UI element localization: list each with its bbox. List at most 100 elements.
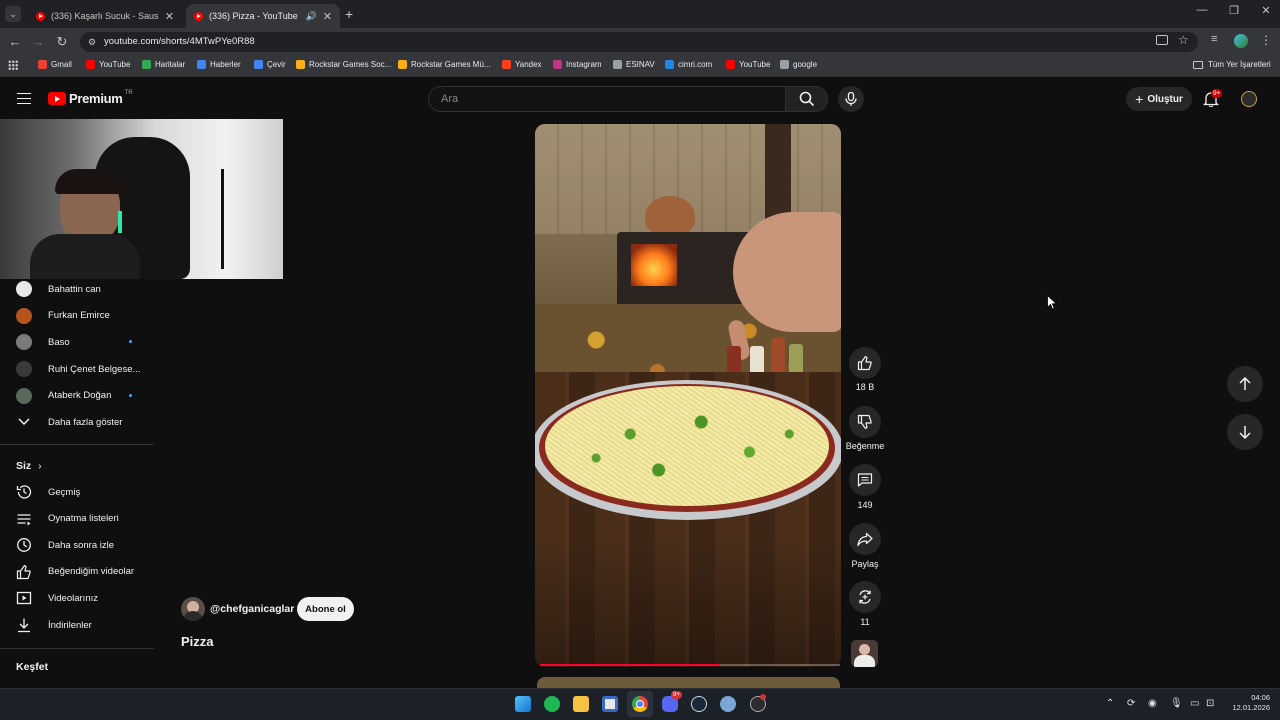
cast-icon[interactable] bbox=[1156, 35, 1168, 45]
system-clock[interactable]: 04:06 12.01.2026 bbox=[1226, 693, 1270, 713]
sidebar-item-download[interactable]: İndirilenler bbox=[0, 612, 154, 638]
channel-name[interactable]: @chefganicaglar bbox=[210, 603, 294, 615]
display-icon[interactable]: ▭ bbox=[1190, 698, 1199, 709]
history-icon bbox=[0, 484, 48, 500]
site-info-icon[interactable]: ⚙ bbox=[88, 32, 96, 52]
bookmark-item[interactable]: Gmail bbox=[38, 60, 72, 69]
bookmark-item[interactable]: cimri.com bbox=[665, 60, 712, 69]
chrome-icon[interactable] bbox=[632, 696, 648, 712]
forward-icon[interactable]: → bbox=[30, 34, 46, 50]
short-video-player[interactable] bbox=[535, 124, 841, 667]
sidebar-item-liked[interactable]: Beğendiğim videolar bbox=[0, 559, 154, 585]
bookmark-item[interactable]: Haritalar bbox=[142, 60, 185, 69]
next-short-button[interactable] bbox=[1227, 414, 1263, 450]
hamburger-menu-icon[interactable] bbox=[17, 93, 31, 104]
remix-icon bbox=[859, 590, 871, 604]
store-icon[interactable] bbox=[602, 696, 618, 712]
channel-avatar bbox=[16, 361, 32, 378]
reading-list-icon[interactable]: ≡ bbox=[1211, 33, 1217, 45]
subscription-item[interactable]: Furkan Emirce bbox=[0, 303, 154, 329]
game-launcher-icon[interactable] bbox=[720, 696, 736, 712]
dislike-button[interactable] bbox=[849, 406, 881, 438]
menu-kebab-icon[interactable]: ⋮ bbox=[1260, 33, 1272, 47]
steam-tray-icon[interactable]: ◉ bbox=[1148, 698, 1157, 709]
spotify-icon[interactable] bbox=[544, 696, 560, 712]
show-more-button[interactable]: Daha fazla göster bbox=[0, 409, 154, 435]
bookmark-favicon-icon bbox=[197, 60, 206, 69]
bookmark-item[interactable]: Yandex bbox=[502, 60, 542, 69]
browser-tab-2[interactable]: (336) Pizza - YouTube 🔊 ✕ bbox=[186, 4, 340, 28]
comments-button[interactable] bbox=[849, 464, 881, 496]
subscription-item[interactable]: Bahattin can bbox=[0, 276, 154, 302]
youtube-premium-logo[interactable]: Premium TR bbox=[48, 90, 133, 106]
like-count: 18 B bbox=[855, 382, 875, 392]
youtube-logo-icon bbox=[48, 92, 66, 105]
star-icon[interactable]: ☆ bbox=[1178, 33, 1189, 47]
bookmark-item[interactable]: YouTube bbox=[726, 60, 770, 69]
close-tab-icon[interactable]: ✕ bbox=[165, 10, 174, 23]
browser-tab-1[interactable]: (336) Kaşarlı Sucuk - Sausage W ✕ bbox=[28, 4, 182, 28]
you-section-title[interactable]: Siz › bbox=[16, 460, 42, 472]
tab-list-button[interactable]: ⌄ bbox=[5, 6, 21, 22]
sync-icon[interactable]: ⟳ bbox=[1127, 698, 1135, 709]
app-icon[interactable] bbox=[750, 694, 766, 712]
windows-start-icon[interactable] bbox=[515, 696, 531, 712]
chevron-right-icon: › bbox=[38, 460, 42, 472]
thumbs-down-icon bbox=[857, 414, 872, 430]
like-button[interactable] bbox=[849, 347, 881, 379]
bookmark-item[interactable]: Rockstar Games Soc... bbox=[296, 60, 391, 69]
logo-text: Premium bbox=[69, 91, 123, 106]
notifications-button[interactable]: 9+ bbox=[1202, 89, 1223, 109]
network-icon[interactable]: ⊡ bbox=[1206, 698, 1214, 709]
new-tab-button[interactable]: + bbox=[345, 6, 353, 22]
audio-thumbnail[interactable] bbox=[851, 640, 878, 667]
all-bookmarks[interactable]: Tüm Yer İşaretleri bbox=[1193, 60, 1271, 69]
sidebar-item-history[interactable]: Geçmiş bbox=[0, 479, 154, 505]
bookmark-item[interactable]: Çevir bbox=[254, 60, 286, 69]
search-input[interactable]: Ara bbox=[428, 86, 786, 112]
subscription-item[interactable]: Ataberk Doğan bbox=[0, 383, 154, 409]
remix-button[interactable] bbox=[849, 581, 881, 613]
share-label: Paylaş bbox=[851, 559, 879, 569]
subscribe-button[interactable]: Abone ol bbox=[297, 597, 354, 621]
bookmark-item[interactable]: Haberler bbox=[197, 60, 241, 69]
sidebar-item-watch-later[interactable]: Daha sonra izle bbox=[0, 532, 154, 558]
previous-short-button[interactable] bbox=[1227, 366, 1263, 402]
close-window-icon[interactable]: ✕ bbox=[1254, 4, 1278, 17]
bookmark-favicon-icon bbox=[553, 60, 562, 69]
create-button[interactable]: + Oluştur bbox=[1126, 87, 1192, 111]
bookmark-item[interactable]: YouTube bbox=[86, 60, 130, 69]
bookmark-item[interactable]: Rockstar Games Mü... bbox=[398, 60, 491, 69]
tab-title: (336) Kaşarlı Sucuk - Sausage W bbox=[51, 11, 159, 21]
file-explorer-icon[interactable] bbox=[573, 696, 589, 712]
clock-date: 12.01.2026 bbox=[1232, 703, 1270, 712]
minimize-icon[interactable]: — bbox=[1190, 4, 1214, 16]
tray-overflow-icon[interactable]: ⌃ bbox=[1106, 698, 1114, 709]
sidebar-item-playlist[interactable]: Oynatma listeleri bbox=[0, 506, 154, 532]
search-button[interactable] bbox=[786, 86, 828, 112]
channel-avatar[interactable] bbox=[181, 597, 205, 621]
profile-avatar[interactable] bbox=[1234, 34, 1248, 48]
speaker-icon[interactable]: 🔊 bbox=[306, 11, 317, 22]
channel-avatar bbox=[16, 334, 32, 351]
subscription-item[interactable]: Ruhi Çenet Belgese... bbox=[0, 356, 154, 382]
reload-icon[interactable]: ↻ bbox=[54, 34, 70, 50]
bookmark-item[interactable]: google bbox=[780, 60, 817, 69]
apps-grid-icon[interactable] bbox=[8, 60, 18, 70]
bookmark-item[interactable]: ESINAV bbox=[613, 60, 655, 69]
steam-icon[interactable] bbox=[691, 696, 707, 712]
share-button[interactable] bbox=[849, 523, 881, 555]
mic-tray-icon[interactable]: 🎙 bbox=[1170, 698, 1183, 709]
dislike-label: Beğenme bbox=[845, 441, 885, 451]
restore-icon[interactable]: ❐ bbox=[1222, 4, 1246, 17]
back-icon[interactable]: ← bbox=[7, 34, 23, 50]
discord-icon[interactable]: 9+ bbox=[662, 691, 682, 712]
url-input[interactable]: ⚙ youtube.com/shorts/4MTwPYe0R88 bbox=[80, 32, 1198, 52]
sidebar-item-your-videos[interactable]: Videolarınız bbox=[0, 585, 154, 611]
playlist-icon bbox=[0, 511, 48, 527]
account-avatar[interactable] bbox=[1241, 91, 1257, 107]
subscription-item[interactable]: Baso bbox=[0, 329, 154, 355]
voice-search-button[interactable] bbox=[838, 86, 864, 112]
close-tab-icon[interactable]: ✕ bbox=[323, 10, 332, 23]
bookmark-item[interactable]: Instagram bbox=[553, 60, 602, 69]
